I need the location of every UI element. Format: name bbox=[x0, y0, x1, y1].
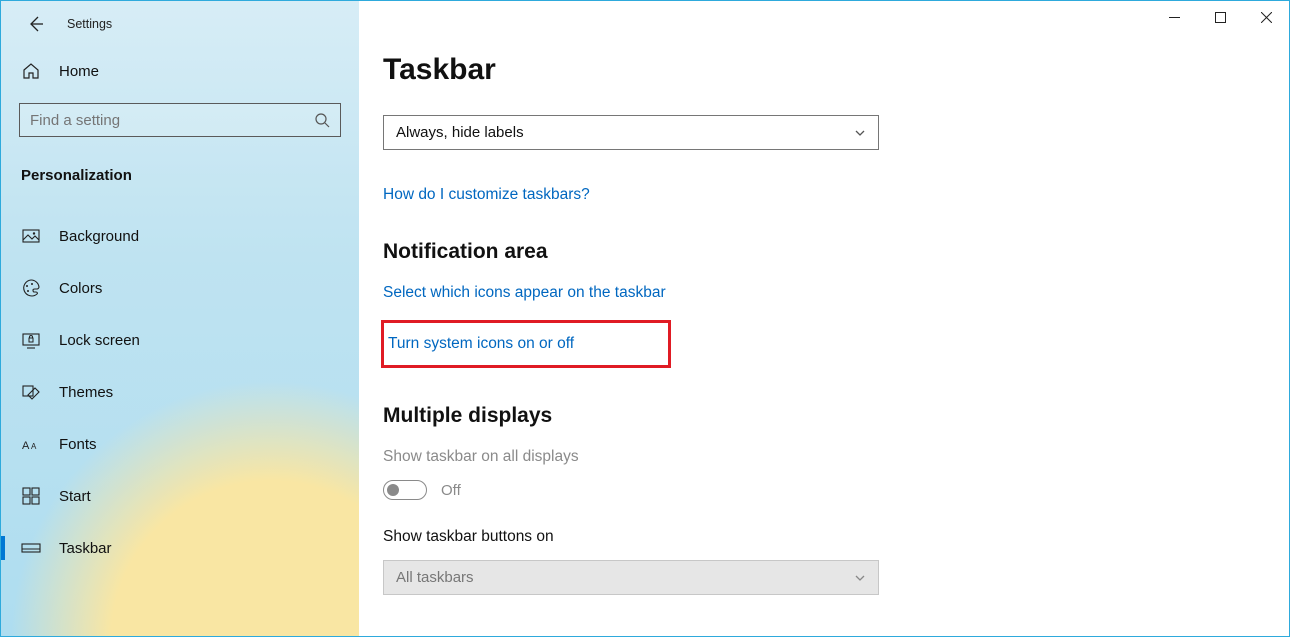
sidebar: Settings Home Personalization B bbox=[1, 1, 359, 636]
highlighted-box: Turn system icons on or off bbox=[381, 320, 671, 368]
chevron-down-icon bbox=[854, 572, 866, 584]
section-heading: Personalization bbox=[1, 137, 359, 198]
close-icon bbox=[1261, 12, 1272, 23]
show-taskbar-buttons-label: Show taskbar buttons on bbox=[383, 528, 1249, 546]
sidebar-item-lock-screen[interactable]: Lock screen bbox=[1, 314, 359, 366]
help-link[interactable]: How do I customize taskbars? bbox=[383, 186, 590, 204]
maximize-button[interactable] bbox=[1197, 1, 1243, 33]
lock-screen-icon bbox=[21, 330, 41, 350]
dropdown-value: Always, hide labels bbox=[396, 124, 524, 141]
sidebar-item-label: Lock screen bbox=[59, 332, 140, 349]
maximize-icon bbox=[1215, 12, 1226, 23]
search-input[interactable] bbox=[30, 112, 314, 129]
page-title: Taskbar bbox=[383, 53, 1249, 87]
svg-text:A: A bbox=[22, 440, 30, 452]
sidebar-item-label: Fonts bbox=[59, 436, 97, 453]
combine-taskbar-dropdown[interactable]: Always, hide labels bbox=[383, 115, 879, 150]
settings-window: Settings Home Personalization B bbox=[0, 0, 1290, 637]
sidebar-item-label: Themes bbox=[59, 384, 113, 401]
sidebar-item-fonts[interactable]: AA Fonts bbox=[1, 418, 359, 470]
toggle-row: Off bbox=[383, 480, 1249, 500]
home-icon bbox=[21, 61, 41, 81]
minimize-icon bbox=[1169, 12, 1180, 23]
dropdown-value: All taskbars bbox=[396, 569, 474, 586]
home-label: Home bbox=[59, 63, 99, 80]
start-icon bbox=[21, 486, 41, 506]
content-pane: Taskbar Always, hide labels How do I cus… bbox=[359, 1, 1289, 636]
fonts-icon: AA bbox=[21, 434, 41, 454]
nav-list: Background Colors Lock screen Themes AA … bbox=[1, 198, 359, 574]
taskbar-icon bbox=[21, 538, 41, 558]
back-button[interactable] bbox=[27, 15, 45, 33]
notification-area-heading: Notification area bbox=[383, 240, 1249, 264]
themes-icon bbox=[21, 382, 41, 402]
chevron-down-icon bbox=[854, 127, 866, 139]
app-title: Settings bbox=[67, 17, 112, 31]
home-nav[interactable]: Home bbox=[1, 51, 359, 91]
svg-text:A: A bbox=[31, 442, 37, 451]
toggle-knob bbox=[387, 484, 399, 496]
show-taskbar-all-toggle[interactable] bbox=[383, 480, 427, 500]
show-taskbar-all-label: Show taskbar on all displays bbox=[383, 448, 1249, 466]
sidebar-header: Settings bbox=[1, 9, 359, 51]
sidebar-item-label: Start bbox=[59, 488, 91, 505]
close-button[interactable] bbox=[1243, 1, 1289, 33]
sidebar-item-colors[interactable]: Colors bbox=[1, 262, 359, 314]
sidebar-item-start[interactable]: Start bbox=[1, 470, 359, 522]
window-body: Settings Home Personalization B bbox=[1, 1, 1289, 636]
sidebar-item-background[interactable]: Background bbox=[1, 210, 359, 262]
select-icons-link[interactable]: Select which icons appear on the taskbar bbox=[383, 284, 666, 302]
show-taskbar-buttons-dropdown[interactable]: All taskbars bbox=[383, 560, 879, 595]
window-titlebar bbox=[359, 1, 1289, 33]
search-icon bbox=[314, 112, 330, 128]
sidebar-item-label: Colors bbox=[59, 280, 102, 297]
sidebar-item-label: Taskbar bbox=[59, 540, 112, 557]
sidebar-item-taskbar[interactable]: Taskbar bbox=[1, 522, 359, 574]
minimize-button[interactable] bbox=[1151, 1, 1197, 33]
sidebar-item-themes[interactable]: Themes bbox=[1, 366, 359, 418]
sidebar-item-label: Background bbox=[59, 228, 139, 245]
turn-system-icons-link[interactable]: Turn system icons on or off bbox=[388, 335, 574, 353]
palette-icon bbox=[21, 278, 41, 298]
toggle-state: Off bbox=[441, 482, 461, 499]
image-icon bbox=[21, 226, 41, 246]
multiple-displays-heading: Multiple displays bbox=[383, 404, 1249, 428]
search-box[interactable] bbox=[19, 103, 341, 137]
